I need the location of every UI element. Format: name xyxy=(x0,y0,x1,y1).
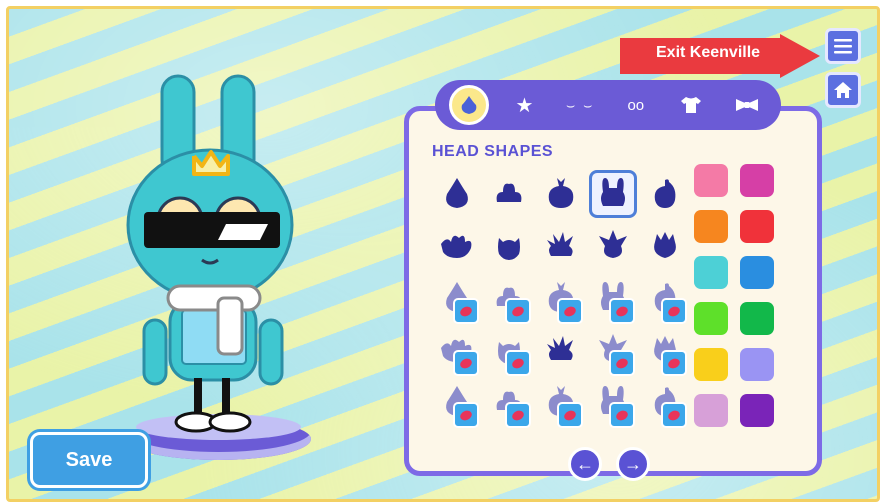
eyes-icon: ⌣ ⌣ xyxy=(565,96,595,113)
prev-page-button[interactable]: ← xyxy=(568,447,602,481)
color-swatch[interactable] xyxy=(694,210,728,243)
color-swatch[interactable] xyxy=(694,256,728,289)
avatar-character xyxy=(126,74,294,433)
next-page-button[interactable]: → xyxy=(616,447,650,481)
head-shape-option[interactable] xyxy=(537,326,585,374)
color-swatch[interactable] xyxy=(694,302,728,335)
color-swatch[interactable] xyxy=(740,394,774,427)
head-shape-option[interactable] xyxy=(589,378,637,428)
head-shape-option[interactable] xyxy=(433,274,481,324)
head-shape-option[interactable] xyxy=(589,326,637,376)
locked-badge-icon xyxy=(453,350,479,376)
head-shape-grid xyxy=(433,170,689,430)
tab-neckwear[interactable] xyxy=(727,85,767,125)
splat-head-icon xyxy=(441,235,472,258)
head-shape-option[interactable] xyxy=(433,170,481,218)
anemone-head-icon xyxy=(547,336,573,360)
locked-badge-icon xyxy=(661,402,687,428)
locked-badge-icon xyxy=(661,298,687,324)
head-shape-option[interactable] xyxy=(641,326,689,376)
color-swatch[interactable] xyxy=(740,210,774,243)
menu-button[interactable] xyxy=(825,28,861,64)
color-swatch[interactable] xyxy=(740,256,774,289)
head-shape-option[interactable] xyxy=(641,170,689,218)
head-shape-option[interactable] xyxy=(641,222,689,270)
color-swatch[interactable] xyxy=(694,348,728,381)
head-shape-option[interactable] xyxy=(433,222,481,270)
locked-badge-icon xyxy=(609,402,635,428)
star-icon: ★ xyxy=(515,94,534,117)
head-shape-option[interactable] xyxy=(589,222,637,270)
color-swatch[interactable] xyxy=(740,348,774,381)
head-shape-option[interactable] xyxy=(433,378,481,428)
star-head-icon xyxy=(599,230,627,258)
glasses-icon: oo xyxy=(627,96,645,114)
color-palette xyxy=(694,164,784,427)
color-swatch[interactable] xyxy=(694,164,728,197)
tab-head-shapes[interactable] xyxy=(448,85,489,125)
head-shape-option[interactable] xyxy=(485,326,533,376)
category-tabs: ★ ⌣ ⌣ oo xyxy=(435,80,781,130)
small-sprout-head-icon xyxy=(654,179,676,208)
locked-badge-icon xyxy=(609,298,635,324)
locked-badge-icon xyxy=(609,350,635,376)
locked-badge-icon xyxy=(453,298,479,324)
cat-head-icon xyxy=(498,238,520,260)
hamburger-menu-icon xyxy=(834,39,852,54)
head-shape-option[interactable] xyxy=(485,378,533,428)
color-swatch[interactable] xyxy=(694,394,728,427)
locked-badge-icon xyxy=(453,402,479,428)
head-shape-option[interactable] xyxy=(537,222,585,270)
spiky-head-icon xyxy=(547,232,573,256)
exit-tooltip-label: Exit Keenville xyxy=(656,44,761,61)
locked-badge-icon xyxy=(661,350,687,376)
locked-badge-icon xyxy=(505,350,531,376)
arrow-right-icon: → xyxy=(624,453,642,474)
head-shape-option[interactable] xyxy=(537,378,585,428)
head-shape-option[interactable] xyxy=(537,170,585,218)
home-button[interactable] xyxy=(825,72,861,108)
section-title: HEAD SHAPES xyxy=(432,143,554,160)
tomato-head-icon xyxy=(548,178,574,208)
color-swatch[interactable] xyxy=(740,302,774,335)
head-shape-option[interactable] xyxy=(433,326,481,376)
head-shape-option[interactable] xyxy=(537,274,585,324)
color-swatch[interactable] xyxy=(740,164,774,197)
head-shape-option[interactable] xyxy=(589,170,637,218)
head-shape-icon xyxy=(461,96,477,114)
bowtie-icon xyxy=(736,99,759,111)
head-shape-option[interactable] xyxy=(589,274,637,324)
head-shape-option[interactable] xyxy=(485,222,533,270)
locked-badge-icon xyxy=(505,402,531,428)
home-icon xyxy=(834,82,852,98)
bunny-head-icon xyxy=(601,178,625,206)
tab-eyes[interactable]: ⌣ ⌣ xyxy=(560,85,600,125)
head-shape-option[interactable] xyxy=(485,274,533,324)
onion-head-icon xyxy=(446,178,468,208)
shirt-icon xyxy=(681,97,702,113)
tab-accessories[interactable]: ★ xyxy=(504,85,544,125)
head-shape-option[interactable] xyxy=(641,274,689,324)
head-shape-option[interactable] xyxy=(485,170,533,218)
locked-badge-icon xyxy=(505,298,531,324)
arrow-left-icon: ← xyxy=(576,453,594,474)
tab-glasses[interactable]: oo xyxy=(616,85,656,125)
tab-shirts[interactable] xyxy=(671,85,711,125)
blob-head-icon xyxy=(496,183,522,202)
locked-badge-icon xyxy=(557,402,583,428)
head-shape-option[interactable] xyxy=(641,378,689,428)
locked-badge-icon xyxy=(557,298,583,324)
crown-head-icon xyxy=(654,232,676,258)
save-button[interactable]: Save xyxy=(30,432,148,488)
